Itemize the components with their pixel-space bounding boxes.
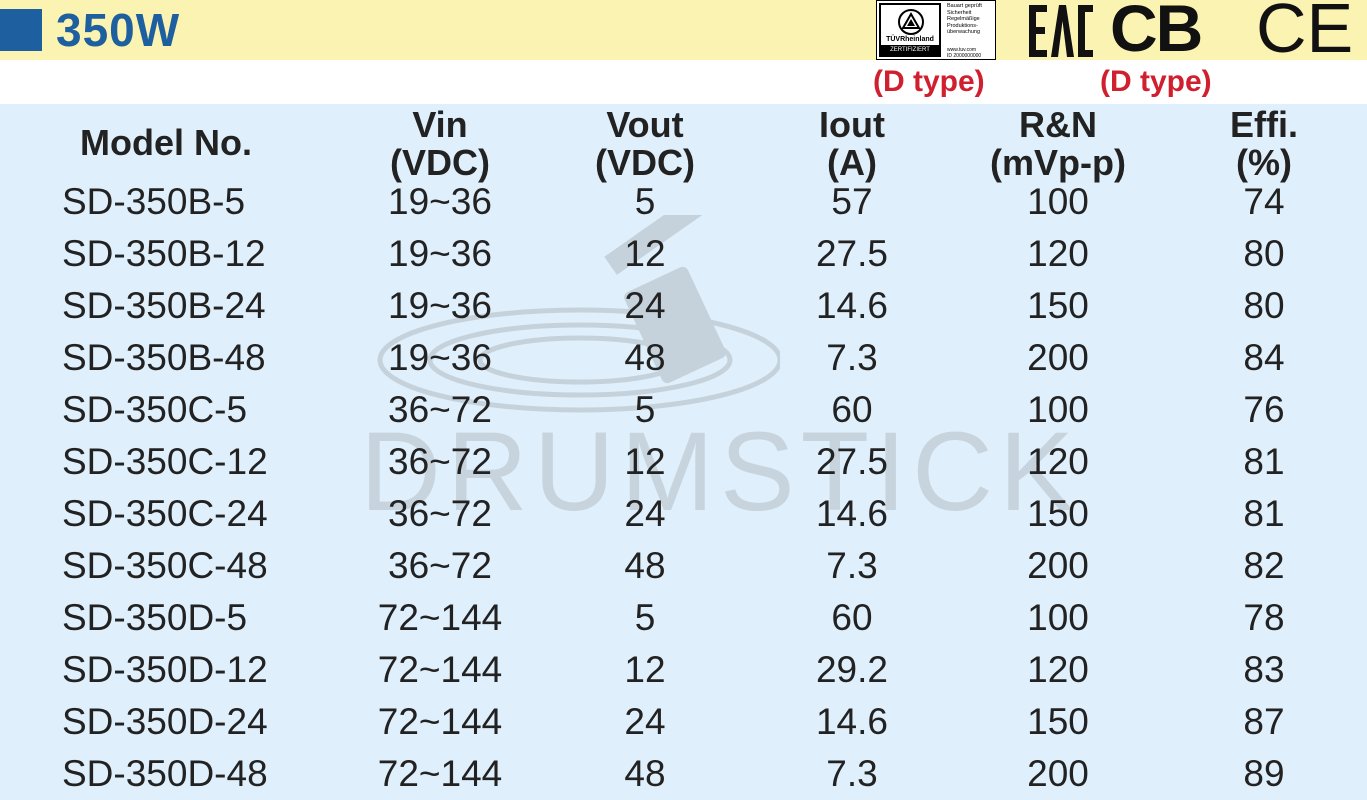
cell-iout: 7.3 xyxy=(826,545,878,586)
cell-iout: 14.6 xyxy=(815,493,888,534)
cell-rn: 150 xyxy=(1027,701,1089,742)
ce-mark: CE xyxy=(1256,0,1354,67)
cell-vout: 48 xyxy=(624,753,666,794)
cell-vin: 72~144 xyxy=(377,649,503,690)
cell-effi: 84 xyxy=(1243,337,1285,378)
cell-effi: 87 xyxy=(1243,701,1285,742)
cell-model: SD-350C-48 xyxy=(62,545,268,586)
cell-rn: 120 xyxy=(1027,233,1089,274)
cell-iout: 60 xyxy=(831,597,873,638)
cell-effi: 83 xyxy=(1243,649,1285,690)
cell-vin: 19~36 xyxy=(388,233,492,274)
cell-effi: 82 xyxy=(1243,545,1285,586)
tuv-id: www.tuv.com ID 2000000000 xyxy=(947,47,982,59)
cell-vout: 5 xyxy=(634,181,656,222)
cell-rn: 100 xyxy=(1027,181,1089,222)
cell-effi: 89 xyxy=(1243,753,1285,794)
cell-vin: 36~72 xyxy=(388,389,492,430)
tuv-cert-logo: TÜVRheinland ZERTIFIZIERT Bauart geprüft… xyxy=(876,0,996,60)
cell-rn: 200 xyxy=(1027,753,1089,794)
cell-model: SD-350B-24 xyxy=(62,285,266,326)
cell-effi: 78 xyxy=(1243,597,1285,638)
cell-rn: 200 xyxy=(1027,337,1089,378)
cell-model: SD-350D-12 xyxy=(62,649,268,690)
cell-vin: 36~72 xyxy=(388,545,492,586)
cell-model: SD-350B-12 xyxy=(62,233,266,274)
cell-iout: 60 xyxy=(831,389,873,430)
cell-vout: 12 xyxy=(624,441,666,482)
tuv-zert-text: ZERTIFIZIERT xyxy=(881,45,939,55)
cell-vout: 12 xyxy=(624,649,666,690)
cell-vout: 24 xyxy=(624,493,666,534)
cell-model: SD-350C-5 xyxy=(62,389,248,430)
cell-rn: 150 xyxy=(1027,285,1089,326)
cell-iout: 14.6 xyxy=(815,701,888,742)
cell-rn: 200 xyxy=(1027,545,1089,586)
cell-vin: 72~144 xyxy=(377,753,503,794)
cell-rn: 100 xyxy=(1027,597,1089,638)
cell-vout: 48 xyxy=(624,545,666,586)
cell-effi: 81 xyxy=(1243,441,1285,482)
cell-effi: 80 xyxy=(1243,233,1285,274)
cell-model: SD-350D-48 xyxy=(62,753,268,794)
tuv-mark-box: TÜVRheinland ZERTIFIZIERT xyxy=(879,3,941,57)
cell-vin: 19~36 xyxy=(388,181,492,222)
header-model: Model No. xyxy=(80,122,252,163)
cell-model: SD-350C-12 xyxy=(62,441,268,482)
cell-vout: 5 xyxy=(634,597,656,638)
cell-vout: 48 xyxy=(624,337,666,378)
cell-vout: 12 xyxy=(624,233,666,274)
cell-iout: 27.5 xyxy=(815,233,888,274)
cb-dtype-note: (D type) xyxy=(1100,65,1212,98)
header-vin: Vin (VDC) xyxy=(390,104,490,183)
header-iout: Iout (A) xyxy=(819,104,885,183)
header-vout: Vout (VDC) xyxy=(595,104,695,183)
tuv-triangle-icon xyxy=(898,9,924,35)
cell-iout: 7.3 xyxy=(826,753,878,794)
tuv-description: Bauart geprüft Sicherheit Regelmäßige Pr… xyxy=(947,3,982,35)
cell-rn: 100 xyxy=(1027,389,1089,430)
cell-model: SD-350D-5 xyxy=(62,597,248,638)
cell-effi: 76 xyxy=(1243,389,1285,430)
cell-iout: 14.6 xyxy=(815,285,888,326)
cell-rn: 150 xyxy=(1027,493,1089,534)
cell-vin: 72~144 xyxy=(377,597,503,638)
cb-mark: CB xyxy=(1110,0,1203,65)
tuv-brand-text: TÜVRheinland xyxy=(886,36,934,43)
cell-vout: 5 xyxy=(634,389,656,430)
header-rn: R&N (mVp-p) xyxy=(990,104,1126,183)
cell-vin: 72~144 xyxy=(377,701,503,742)
header-effi: Effi. (%) xyxy=(1230,104,1298,183)
cell-vout: 24 xyxy=(624,701,666,742)
cell-vin: 36~72 xyxy=(388,441,492,482)
cell-vout: 24 xyxy=(624,285,666,326)
cell-model: SD-350D-24 xyxy=(62,701,268,742)
tuv-dtype-note: (D type) xyxy=(873,65,985,98)
cell-vin: 19~36 xyxy=(388,337,492,378)
title-marker xyxy=(0,9,42,51)
eac-mark-icon xyxy=(1029,5,1093,57)
page-title: 350W xyxy=(56,4,181,56)
cell-model: SD-350B-5 xyxy=(62,181,246,222)
cell-model: SD-350C-24 xyxy=(62,493,268,534)
cell-iout: 29.2 xyxy=(815,649,888,690)
cell-vin: 36~72 xyxy=(388,493,492,534)
cell-rn: 120 xyxy=(1027,649,1089,690)
cell-rn: 120 xyxy=(1027,441,1089,482)
cell-iout: 7.3 xyxy=(826,337,878,378)
cell-model: SD-350B-48 xyxy=(62,337,266,378)
cell-effi: 81 xyxy=(1243,493,1285,534)
cell-iout: 57 xyxy=(831,181,873,222)
cell-effi: 74 xyxy=(1243,181,1285,222)
cell-vin: 19~36 xyxy=(388,285,492,326)
cell-iout: 27.5 xyxy=(815,441,888,482)
cell-effi: 80 xyxy=(1243,285,1285,326)
